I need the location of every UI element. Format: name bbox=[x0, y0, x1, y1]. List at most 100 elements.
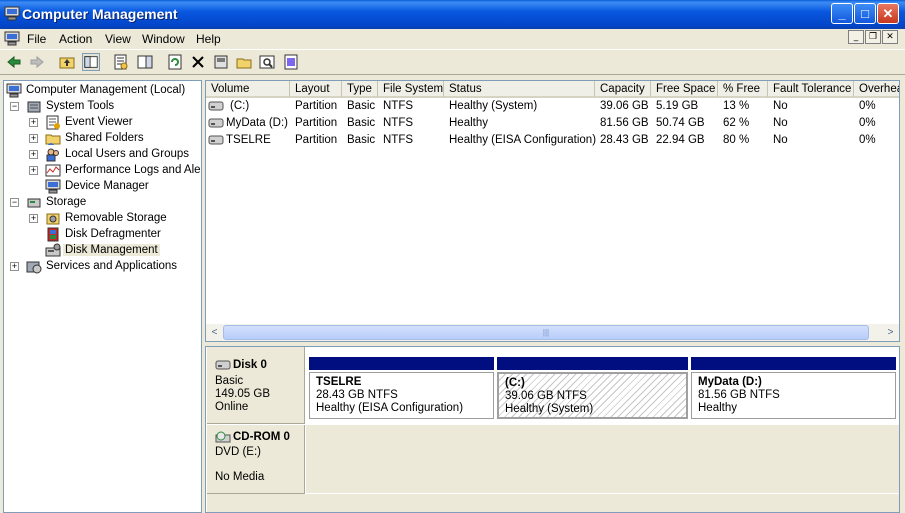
maximize-button[interactable]: □ bbox=[854, 3, 876, 24]
mdi-minimize-button[interactable]: _ bbox=[848, 30, 864, 44]
collapse-icon[interactable]: − bbox=[10, 198, 19, 207]
tree-label: Event Viewer bbox=[65, 116, 133, 128]
capacity-cell: 39.06 GB bbox=[600, 100, 649, 112]
delete-icon[interactable] bbox=[189, 53, 207, 71]
volume-drive-icon bbox=[208, 101, 224, 111]
tree-root-label: Computer Management (Local) bbox=[26, 84, 186, 96]
partition-tselre[interactable]: TSELRE 28.43 GB NTFS Healthy (EISA Confi… bbox=[309, 357, 494, 419]
file-system-cell: NTFS bbox=[383, 117, 414, 129]
column-header-layout[interactable]: Layout bbox=[290, 81, 342, 98]
computer-icon bbox=[6, 83, 22, 98]
expand-icon[interactable]: + bbox=[29, 118, 38, 127]
cdrom-0-info[interactable]: CD-ROM 0 DVD (E:) No Media bbox=[207, 425, 305, 494]
cdrom-status: No Media bbox=[215, 471, 265, 483]
system-tools-icon bbox=[27, 101, 41, 113]
overhead-cell: 0% bbox=[859, 117, 876, 129]
console-tree[interactable]: Computer Management (Local) − System Too… bbox=[3, 80, 202, 513]
partition-box[interactable]: TSELRE 28.43 GB NTFS Healthy (EISA Confi… bbox=[309, 372, 494, 419]
up-folder-icon[interactable] bbox=[58, 53, 76, 71]
partition-box[interactable]: MyData (D:) 81.56 GB NTFS Healthy bbox=[691, 372, 896, 419]
layout-cell: Partition bbox=[295, 134, 338, 146]
search-icon[interactable] bbox=[258, 53, 276, 71]
disk-properties-icon[interactable] bbox=[212, 53, 230, 71]
expand-icon[interactable]: + bbox=[29, 166, 38, 175]
partition-c[interactable]: (C:) 39.06 GB NTFS Healthy (System) bbox=[497, 357, 688, 419]
mdi-restore-button[interactable]: ❐ bbox=[865, 30, 881, 44]
properties-icon[interactable] bbox=[112, 53, 130, 71]
menu-window[interactable]: Window bbox=[142, 32, 185, 46]
partition-header-bar bbox=[309, 357, 494, 370]
tree-label: System Tools bbox=[46, 100, 115, 112]
column-header-overhead[interactable]: Overhead bbox=[854, 81, 899, 98]
expand-icon[interactable]: + bbox=[29, 150, 38, 159]
column-header-capacity[interactable]: Capacity bbox=[595, 81, 651, 98]
fault-tolerance-cell: No bbox=[773, 134, 788, 146]
title-bar[interactable]: Computer Management _ □ ✕ bbox=[0, 0, 905, 29]
partition-name: (C:) bbox=[505, 377, 525, 389]
column-header-type[interactable]: Type bbox=[342, 81, 378, 98]
computer-management-icon bbox=[4, 6, 20, 21]
tree-label: Shared Folders bbox=[65, 132, 144, 144]
fault-tolerance-cell: No bbox=[773, 100, 788, 112]
disk-graphical-view[interactable]: Disk 0 Basic 149.05 GB Online TSELRE 28.… bbox=[205, 346, 900, 513]
close-icon: ✕ bbox=[882, 6, 894, 21]
tree-label: Disk Management bbox=[63, 244, 160, 256]
horizontal-scrollbar[interactable]: < ||| > bbox=[206, 324, 899, 341]
partition-mydata[interactable]: MyData (D:) 81.56 GB NTFS Healthy bbox=[691, 357, 896, 419]
removable-storage-icon bbox=[46, 213, 60, 225]
overhead-cell: 0% bbox=[859, 100, 876, 112]
back-icon[interactable] bbox=[5, 53, 23, 71]
menu-help[interactable]: Help bbox=[196, 32, 221, 46]
scroll-right-icon[interactable]: > bbox=[883, 325, 898, 340]
column-header-percent-free[interactable]: % Free bbox=[718, 81, 768, 98]
expand-icon[interactable]: + bbox=[29, 214, 38, 223]
grip-icon: ||| bbox=[542, 328, 550, 337]
disk-0-info[interactable]: Disk 0 Basic 149.05 GB Online bbox=[207, 347, 305, 424]
expand-icon[interactable]: + bbox=[29, 134, 38, 143]
scroll-left-icon[interactable]: < bbox=[207, 325, 222, 340]
mmc-system-menu-icon[interactable] bbox=[4, 31, 20, 46]
partition-info: 39.06 GB NTFS bbox=[505, 390, 587, 402]
menu-view[interactable]: View bbox=[105, 32, 131, 46]
forward-icon[interactable] bbox=[28, 53, 46, 71]
capacity-cell: 81.56 GB bbox=[600, 117, 649, 129]
close-button[interactable]: ✕ bbox=[877, 3, 899, 24]
type-cell: Basic bbox=[347, 134, 376, 146]
disk-name: Disk 0 bbox=[233, 359, 267, 371]
free-space-cell: 5.19 GB bbox=[656, 100, 699, 112]
column-header-fault-tolerance[interactable]: Fault Tolerance bbox=[768, 81, 854, 98]
menu-bar: File Action View Window Help _ ❐ ✕ bbox=[0, 29, 905, 48]
partition-name: MyData (D:) bbox=[698, 376, 762, 388]
volume-list[interactable]: Volume Layout Type File System Status Ca… bbox=[205, 80, 900, 342]
performance-icon bbox=[45, 164, 61, 177]
partition-box-selected[interactable]: (C:) 39.06 GB NTFS Healthy (System) bbox=[497, 372, 688, 419]
layout-cell: Partition bbox=[295, 117, 338, 129]
column-header-file-system[interactable]: File System bbox=[378, 81, 444, 98]
status-cell: Healthy bbox=[449, 117, 488, 129]
column-header-volume[interactable]: Volume bbox=[206, 81, 290, 98]
minimize-button[interactable]: _ bbox=[831, 3, 853, 24]
storage-icon bbox=[27, 198, 41, 208]
help-icon[interactable] bbox=[282, 53, 300, 71]
hard-disk-icon bbox=[215, 360, 231, 370]
scrollbar-thumb[interactable]: ||| bbox=[223, 325, 869, 340]
menu-file[interactable]: File bbox=[27, 32, 46, 46]
partition-name: TSELRE bbox=[316, 376, 362, 388]
menu-action[interactable]: Action bbox=[59, 32, 92, 46]
column-header-status[interactable]: Status bbox=[444, 81, 595, 98]
show-hide-tree-icon[interactable] bbox=[82, 53, 100, 71]
maximize-icon: □ bbox=[861, 6, 869, 21]
tree-label: Removable Storage bbox=[65, 212, 167, 224]
mdi-close-button[interactable]: ✕ bbox=[882, 30, 898, 44]
action-pane-icon[interactable] bbox=[136, 53, 154, 71]
expand-icon[interactable]: + bbox=[10, 262, 19, 271]
disk-status: Online bbox=[215, 401, 249, 413]
device-manager-icon bbox=[45, 179, 61, 194]
open-icon[interactable] bbox=[235, 53, 253, 71]
capacity-cell: 28.43 GB bbox=[600, 134, 649, 146]
collapse-icon[interactable]: − bbox=[10, 102, 19, 111]
column-header-free-space[interactable]: Free Space bbox=[651, 81, 718, 98]
event-viewer-icon bbox=[46, 115, 60, 130]
cdrom-drive: DVD (E:) bbox=[215, 446, 261, 458]
refresh-icon[interactable] bbox=[166, 53, 184, 71]
